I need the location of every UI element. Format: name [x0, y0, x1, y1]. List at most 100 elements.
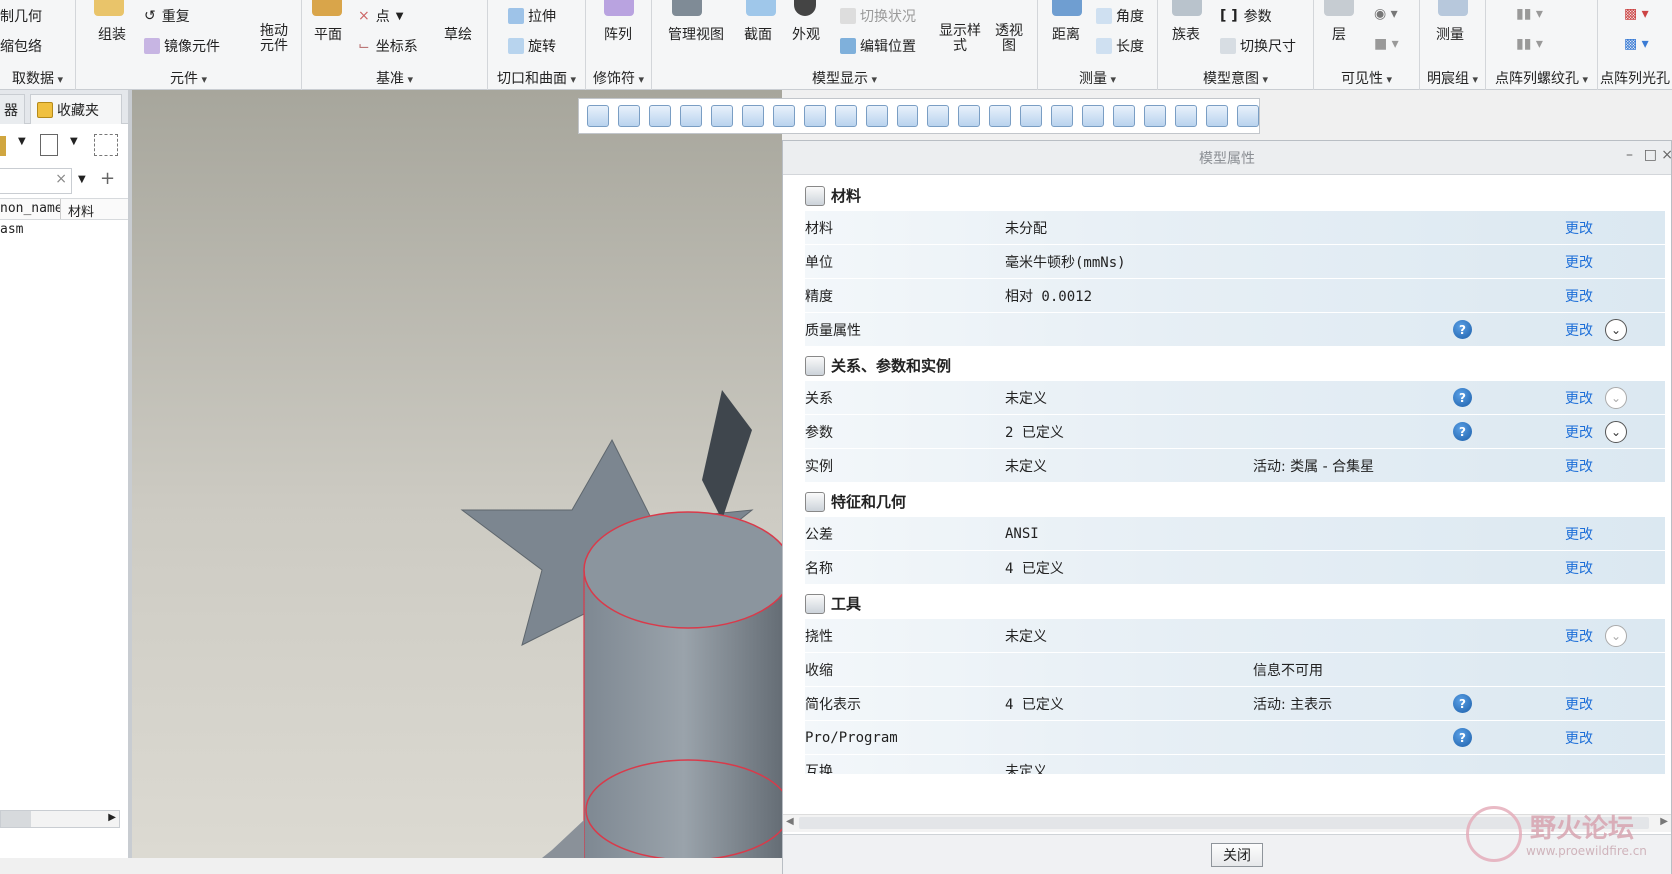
change-pro-program-link[interactable]: 更改	[1565, 728, 1593, 748]
manage-views-button[interactable]: 管理视图	[668, 24, 724, 44]
sketch-button[interactable]: 草绘	[444, 24, 472, 44]
scroll-right-icon[interactable]: ▶	[108, 812, 116, 823]
tab-favorites[interactable]: 收藏夹	[30, 94, 122, 124]
point-tags-icon[interactable]	[1082, 105, 1105, 127]
angle-button[interactable]: 角度	[1096, 6, 1144, 26]
scroll-left-icon[interactable]: ◀	[786, 816, 794, 827]
group-label-visibility[interactable]: 可见性	[1314, 68, 1419, 88]
assemble-button[interactable]: 组装	[98, 24, 126, 44]
change-units-link[interactable]: 更改	[1565, 252, 1593, 272]
datum-axes-icon[interactable]	[865, 105, 888, 127]
annotations-icon[interactable]	[989, 105, 1012, 127]
hide-button[interactable]: ◉ ▾	[1374, 6, 1398, 22]
parameters-button[interactable]: [ ] 参数	[1220, 6, 1272, 26]
group-label-get-data[interactable]: 取数据	[0, 68, 75, 88]
chevron-down-icon[interactable]: ▼	[18, 136, 26, 147]
scroll-thumb[interactable]	[1, 811, 31, 827]
tab-model-tree[interactable]: 器	[0, 94, 25, 124]
help-icon[interactable]: ?	[1453, 422, 1472, 441]
group-label-model-display[interactable]: 模型显示	[652, 68, 1037, 88]
pattern-button[interactable]: 阵列	[604, 24, 632, 44]
change-material-link[interactable]: 更改	[1565, 218, 1593, 238]
edit-position-button[interactable]: 编辑位置	[840, 36, 916, 56]
display-style-button[interactable]: 显示样式	[936, 24, 984, 54]
toggle-status-button[interactable]: 切换状况	[840, 6, 916, 26]
change-instances-link[interactable]: 更改	[1565, 456, 1593, 476]
change-tolerance-link[interactable]: 更改	[1565, 524, 1593, 544]
measure-tool-button[interactable]: 测量	[1436, 24, 1464, 44]
plain-hole-tool-2[interactable]: ▩ ▾	[1624, 36, 1649, 52]
group-label-plain-hole-array[interactable]: 点阵列光孔	[1600, 68, 1672, 88]
mesh-icon[interactable]	[1206, 105, 1229, 127]
section-view-icon[interactable]	[1144, 105, 1167, 127]
tree-filter-icon[interactable]	[40, 134, 58, 156]
tree-hscrollbar[interactable]: ▶	[0, 810, 120, 828]
appearance-button[interactable]: 外观	[792, 24, 820, 44]
shaded-icon[interactable]	[741, 105, 764, 127]
column-header-name[interactable]: non_name	[0, 201, 60, 216]
csys-tags-icon[interactable]	[1113, 105, 1136, 127]
change-accuracy-link[interactable]: 更改	[1565, 286, 1593, 306]
zoom-out-icon[interactable]	[648, 105, 671, 127]
tree-columns-icon[interactable]	[94, 134, 118, 156]
extrude-button[interactable]: 拉伸	[508, 6, 556, 26]
minimize-icon[interactable]: –	[1626, 147, 1633, 163]
datum-points-icon[interactable]	[896, 105, 919, 127]
group-label-thread-hole-array[interactable]: 点阵列螺纹孔	[1486, 68, 1597, 88]
change-relations-link[interactable]: 更改	[1565, 388, 1593, 408]
group-label-model-intent[interactable]: 模型意图	[1158, 68, 1313, 88]
column-header-material[interactable]: 材料	[68, 201, 94, 220]
saved-views-icon[interactable]	[772, 105, 795, 127]
close-icon[interactable]: ×	[1661, 147, 1672, 163]
group-label-mingchen[interactable]: 明宸组	[1420, 68, 1485, 88]
csys-display-icon[interactable]	[927, 105, 950, 127]
group-label-datum[interactable]: 基准	[302, 68, 487, 88]
expand-icon[interactable]: ⌄	[1605, 386, 1627, 409]
repaint-icon[interactable]	[679, 105, 702, 127]
switch-dimensions-button[interactable]: 切换尺寸	[1220, 36, 1296, 56]
thread-hole-tool-1[interactable]: ▮▮ ▾	[1516, 6, 1543, 22]
perspective-button[interactable]: 透视图	[994, 24, 1024, 54]
clear-icon[interactable]: ×	[55, 171, 67, 187]
change-simplified-rep-link[interactable]: 更改	[1565, 694, 1593, 714]
group-label-modifier[interactable]: 修饰符	[586, 68, 651, 88]
mirror-component-button[interactable]: 镜像元件	[144, 36, 220, 56]
csys-button[interactable]: ⌙ 坐标系	[358, 36, 418, 56]
shrinkwrap-button[interactable]: 缩包络	[0, 36, 42, 56]
datum-planes-icon[interactable]	[834, 105, 857, 127]
flow-icon[interactable]	[1175, 105, 1198, 127]
length-button[interactable]: 长度	[1096, 36, 1144, 56]
point-button[interactable]: × 点 ▼	[358, 6, 403, 26]
family-table-button[interactable]: 族表	[1172, 24, 1200, 44]
drag-component-button[interactable]: 拖动元件	[256, 24, 292, 54]
plane-tags-icon[interactable]	[1020, 105, 1043, 127]
expand-icon[interactable]: ⌄	[1605, 318, 1627, 341]
chevron-down-icon[interactable]: ▼	[70, 136, 78, 147]
expand-icon[interactable]: ⌄	[1605, 624, 1627, 647]
chevron-down-icon[interactable]: ▼	[78, 174, 86, 185]
help-icon[interactable]: ?	[1453, 388, 1472, 407]
unhide-button[interactable]: ■ ▾	[1374, 36, 1399, 52]
maximize-icon[interactable]: □	[1644, 147, 1657, 163]
zoom-in-icon[interactable]	[617, 105, 640, 127]
change-parameters-link[interactable]: 更改	[1565, 422, 1593, 442]
layer-button[interactable]: 层	[1332, 24, 1346, 44]
axis-tags-icon[interactable]	[1051, 105, 1074, 127]
group-label-cut-surface[interactable]: 切口和曲面	[488, 68, 585, 88]
copy-geometry-button[interactable]: 制几何	[0, 6, 42, 26]
help-icon[interactable]: ?	[1453, 694, 1472, 713]
render-icon[interactable]	[1237, 105, 1259, 127]
change-flexibility-link[interactable]: 更改	[1565, 626, 1593, 646]
tree-row-asm[interactable]: asm	[0, 222, 23, 237]
tree-search-input[interactable]: ×	[0, 168, 72, 194]
close-button[interactable]: 关闭	[1211, 843, 1263, 867]
plain-hole-tool-1[interactable]: ▩ ▾	[1624, 6, 1649, 22]
revolve-button[interactable]: 旋转	[508, 36, 556, 56]
group-label-measure[interactable]: 测量	[1038, 68, 1157, 88]
expand-icon[interactable]: ⌄	[1605, 420, 1627, 443]
refit-icon[interactable]	[587, 105, 609, 127]
spin-center-icon[interactable]	[958, 105, 981, 127]
help-icon[interactable]: ?	[1453, 320, 1472, 339]
view-manager-icon[interactable]	[803, 105, 826, 127]
thread-hole-tool-2[interactable]: ▮▮ ▾	[1516, 36, 1543, 52]
